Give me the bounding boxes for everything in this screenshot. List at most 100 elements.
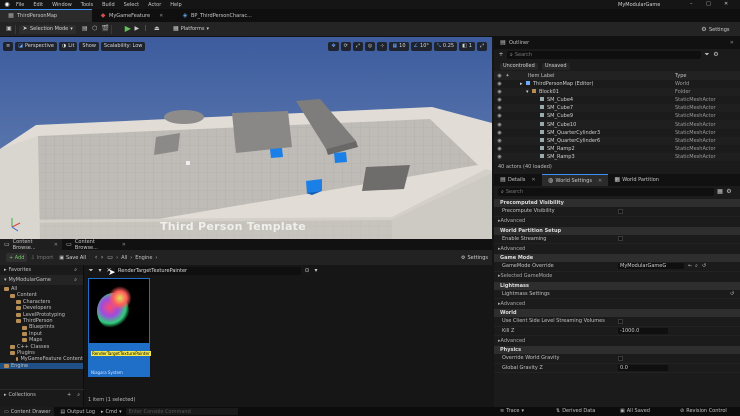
filter-icon[interactable]: ⏷ xyxy=(704,52,710,58)
grid-view-icon[interactable]: ▦ xyxy=(717,189,723,195)
reset-icon[interactable]: ↺ xyxy=(702,263,706,269)
visibility-icon[interactable]: ◉ xyxy=(497,138,502,144)
tab-my-game-feature[interactable]: ◆ MyGameFeature ✕ xyxy=(92,9,174,22)
more-icon[interactable]: ⋮ xyxy=(143,26,149,32)
viewport-options-button[interactable]: ≡ xyxy=(3,41,14,51)
play-options-icon[interactable]: ▶ xyxy=(134,26,140,32)
outliner-row[interactable]: ◉ SM_Cube9 StaticMeshActor xyxy=(494,112,740,120)
outliner-row[interactable]: ◉ ▾ Block01 Folder xyxy=(494,88,740,97)
launch-icon[interactable]: ⏏ xyxy=(154,26,160,32)
section-world[interactable]: World xyxy=(494,309,740,317)
visibility-icon[interactable]: ◉ xyxy=(497,122,502,128)
reset-icon[interactable]: ↺ xyxy=(730,291,734,297)
lit-button[interactable]: ◑ Lit xyxy=(58,41,78,51)
advanced-expander[interactable]: ▸ Advanced xyxy=(494,217,740,226)
tab-close-icon[interactable]: ✕ xyxy=(159,13,163,19)
console-input[interactable]: Enter Console Command xyxy=(125,408,238,415)
checkbox[interactable] xyxy=(618,355,623,361)
tree-item-engine[interactable]: Engine xyxy=(0,362,83,370)
search-icon[interactable]: ⌕ xyxy=(77,392,80,398)
cmd-button[interactable]: ▸ Cmd ▾ xyxy=(95,409,122,415)
play-icon[interactable]: ▶ xyxy=(125,25,131,33)
breadcrumb-all[interactable]: All xyxy=(121,255,127,261)
search-chevron-icon[interactable]: ▾ xyxy=(313,267,319,274)
visibility-icon[interactable]: ◉ xyxy=(497,146,502,152)
tab-details[interactable]: ▤ Details ✕ xyxy=(494,174,542,186)
selection-mode-button[interactable]: ➤ Selection Mode ▾ xyxy=(19,24,76,34)
checkbox[interactable] xyxy=(618,318,623,324)
tab-content-browser-1[interactable]: ▭ Content Browse... ✕ xyxy=(0,239,62,251)
menu-file[interactable]: File xyxy=(16,2,24,8)
maximize-viewport-icon[interactable]: ⤢ xyxy=(476,41,487,51)
section-world-partition-setup[interactable]: World Partition Setup xyxy=(494,226,740,235)
tab-third-person-map[interactable]: ▦ ThirdPersonMap xyxy=(0,9,92,22)
browse-icon[interactable]: ← xyxy=(688,263,692,269)
unreal-logo-icon[interactable]: ◉ xyxy=(4,1,10,8)
menu-edit[interactable]: Edit xyxy=(33,2,43,8)
derived-data-button[interactable]: ⇅ Derived Data xyxy=(556,408,595,414)
close-icon[interactable]: ✕ xyxy=(724,1,728,7)
tab-bp-third-person-character[interactable]: ◈ BP_ThirdPersonCharac... xyxy=(174,9,294,22)
section-physics[interactable]: Physics xyxy=(494,346,740,354)
platforms-button[interactable]: ▦ Platforms ▾ xyxy=(170,25,212,34)
outliner-row[interactable]: ◉ SM_Cube4 StaticMeshActor xyxy=(494,96,740,104)
maximize-icon[interactable]: □ xyxy=(706,1,711,7)
add-actor-icon[interactable]: + xyxy=(498,52,504,58)
settings-button[interactable]: ⚙ Settings xyxy=(698,25,733,34)
output-log-button[interactable]: ▤ Output Log xyxy=(54,409,95,415)
menu-select[interactable]: Select xyxy=(124,2,139,8)
advanced-expander[interactable]: ▸ Advanced xyxy=(494,336,740,345)
gear-icon[interactable]: ⚙ xyxy=(713,52,719,58)
tab-world-settings[interactable]: ◍ World Settings ✕ xyxy=(541,174,609,186)
filter-icon[interactable]: ⏷ xyxy=(88,267,94,274)
menu-tools[interactable]: Tools xyxy=(81,2,93,8)
visibility-icon[interactable]: ◉ xyxy=(497,97,502,103)
tab-close-icon[interactable]: ✕ xyxy=(598,178,602,184)
scalability-button[interactable]: Scalability: Low xyxy=(100,41,146,51)
minimize-icon[interactable]: – xyxy=(690,1,693,7)
import-button[interactable]: ⇩ Import xyxy=(27,253,56,262)
favorites-header[interactable]: ▸ Favorites ⌕ xyxy=(0,265,83,275)
outliner-row[interactable]: ◉ SM_Cube7 StaticMeshActor xyxy=(494,104,740,113)
scale-snap-button[interactable]: ⤡ 0.25 xyxy=(433,41,458,51)
checkbox[interactable] xyxy=(618,236,623,242)
asset-search-input[interactable]: RenderTargetTexturePainter xyxy=(115,266,301,275)
forward-icon[interactable]: › xyxy=(99,254,105,261)
checkbox[interactable] xyxy=(618,208,623,214)
outliner-row[interactable]: ◉ SM_QuarterCylinder3 StaticMeshActor xyxy=(494,129,740,137)
project-root[interactable]: ▾ MyModularGame ⌕ xyxy=(0,275,83,285)
breadcrumb-engine[interactable]: Engine xyxy=(135,255,152,261)
gamemode-dropdown[interactable]: MyModularGameG xyxy=(618,263,684,270)
rotate-mode-icon[interactable]: ⟳ xyxy=(340,41,351,51)
level-viewport[interactable]: Third Person Template ≡ ◪ Perspective ◑ Li… xyxy=(0,37,492,239)
revision-control-button[interactable]: ⊘ Revision Control xyxy=(680,408,727,414)
visibility-icon[interactable]: ◉ xyxy=(497,105,502,111)
outliner-row[interactable]: ◉ SM_Ramp3 StaticMeshActor xyxy=(494,152,740,161)
rotation-snap-button[interactable]: ∠ 10° xyxy=(410,41,432,51)
menu-window[interactable]: Window xyxy=(52,2,72,8)
section-game-mode[interactable]: Game Mode xyxy=(494,254,740,262)
visibility-icon[interactable]: ◉ xyxy=(497,81,502,87)
tab-content-browser-2[interactable]: ▭ Content Browse... ✕ xyxy=(62,239,130,251)
menu-help[interactable]: Help xyxy=(170,2,181,8)
menu-actor[interactable]: Actor xyxy=(148,2,161,8)
outliner-row[interactable]: ◉ SM_Ramp2 StaticMeshActor xyxy=(494,145,740,153)
collections-header[interactable]: ▸ Collections + ⌕ xyxy=(0,389,84,399)
find-icon[interactable]: ⌕ xyxy=(695,263,698,269)
filter-chevron-icon[interactable]: ▾ xyxy=(97,267,103,274)
tab-close-icon[interactable]: ✕ xyxy=(122,242,126,248)
selected-gamemode-expander[interactable]: ▸ Selected GameMode xyxy=(494,272,740,281)
show-button[interactable]: Show xyxy=(79,41,99,51)
section-lightmass[interactable]: Lightmass xyxy=(494,281,740,290)
outliner-row[interactable]: ◉ SM_QuarterCylinder6 StaticMeshActor xyxy=(494,136,740,145)
cinematics-icon[interactable]: 🎬 xyxy=(102,26,109,32)
advanced-expander[interactable]: ▸ Advanced xyxy=(494,299,740,308)
close-icon[interactable]: ✕ xyxy=(730,40,734,46)
expander-icon[interactable]: ▸ xyxy=(520,81,523,87)
gear-icon[interactable]: ⚙ xyxy=(726,189,732,195)
visibility-icon[interactable]: ◉ xyxy=(497,130,502,136)
blueprint-menu-icon[interactable]: ⬡ xyxy=(92,26,98,32)
grid-snap-button[interactable]: ▦ 10 xyxy=(389,41,409,51)
gravity-input[interactable]: 0.0 xyxy=(618,364,668,371)
folder-icon[interactable]: ▭ xyxy=(107,254,113,261)
